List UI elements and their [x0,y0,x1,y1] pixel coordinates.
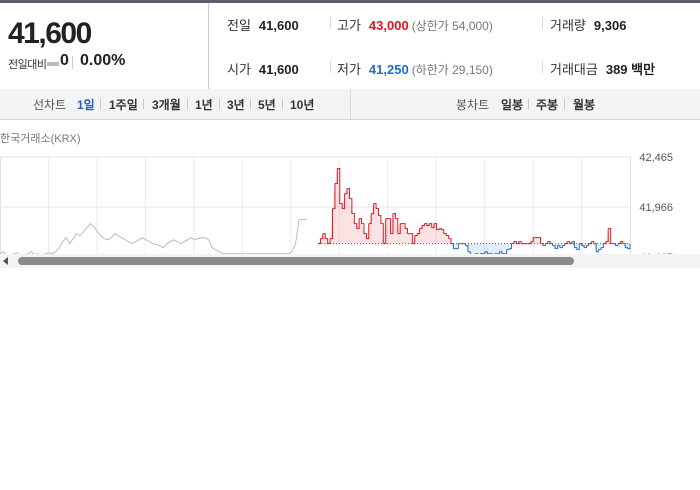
tab-3month[interactable]: 3개월 [152,96,181,113]
prev-close-value: 41,600 [258,18,299,33]
tab-1week[interactable]: 1주일 [109,96,138,113]
chart-series [0,168,631,255]
y-tick-label: 42,465 [639,152,673,164]
tab-divider [564,99,565,109]
series-today-segment [603,241,607,245]
quote-summary: 41,600 전일대비 0 0.00% 전일 41,600 시가 41,600 고가… [0,3,700,90]
y-tick-label: 41,966 [639,202,673,214]
intraday-chart: 42,46541,96641,467 [0,150,700,255]
chart-tab-bar: 선차트 1일 1주일 3개월 1년 3년 5년 10년 봉차트 일봉 주봉 월봉 [0,89,700,120]
change-rate: 0.00% [80,52,126,69]
tab-divider [282,99,283,109]
divider [542,17,543,29]
series-prev-day-line [0,219,306,255]
current-price: 41,600 [8,17,92,50]
tab-divider [100,99,101,109]
low-value: 41,250 [368,62,409,77]
tab-1day[interactable]: 1일 [77,96,95,113]
tab-divider [143,99,144,109]
divider [542,61,543,73]
series-today-segment [617,241,621,245]
tab-10year[interactable]: 10년 [290,96,314,113]
amount-value: 389 백만 [605,62,656,77]
series-today-segment [613,243,616,246]
high-value: 43,000 [368,18,409,33]
tab-monthly-candle[interactable]: 월봉 [573,96,595,113]
tab-group-divider [350,89,351,119]
tab-5year[interactable]: 5년 [258,96,276,113]
series-today-segment [564,241,568,245]
scroll-left-arrow-icon[interactable] [3,257,8,265]
data-source: 한국거래소(KRX) [0,133,81,145]
upper-limit: (상한가 54,000) [411,19,493,33]
tab-divider [250,99,251,109]
series-today-segment [422,223,425,227]
series-up-area [318,168,630,244]
high-label: 고가 [337,18,361,33]
candle-chart-title: 봉차트 [456,98,490,112]
high-price: 고가 43,000 (상한가 54,000) [337,15,493,34]
price-box: 41,600 전일대비 0 0.00% [0,3,209,89]
lower-limit: (하한가 29,150) [411,63,493,77]
chart-scrollbar[interactable] [0,254,700,268]
divider [330,61,331,73]
open-label: 시가 [227,62,251,77]
volume-value: 9,306 [593,18,627,33]
series-today-segment [588,241,592,245]
y-axis-ticks: 42,46541,96641,467 [639,152,673,255]
change-label: 전일대비 [8,59,47,71]
open-value: 41,600 [258,62,299,77]
series-today-segment [625,247,629,249]
volume: 거래량 9,306 [550,15,626,34]
change-divider [72,56,73,69]
volume-label: 거래량 [550,18,586,33]
amount-label: 거래대금 [550,62,598,77]
tab-1year[interactable]: 1년 [195,96,213,113]
prev-close: 전일 41,600 [227,15,299,34]
prev-close-label: 전일 [227,18,251,33]
chart-svg: 42,46541,96641,467 [0,152,673,255]
line-chart-title: 선차트 [33,98,67,112]
tab-divider [528,99,529,109]
low-price: 저가 41,250 (하한가 29,150) [337,59,493,78]
series-today-segment [540,243,544,246]
series-today-segment [463,243,467,246]
series-today-segment [545,241,549,245]
scrollbar-thumb[interactable] [18,257,574,265]
tab-divider [187,99,188,109]
tab-weekly-candle[interactable]: 주봉 [536,96,558,113]
tab-divider [219,99,220,109]
tab-3year[interactable]: 3년 [227,96,245,113]
divider [330,17,331,29]
open-price: 시가 41,600 [227,59,299,78]
low-label: 저가 [337,62,361,77]
flat-change-icon [47,62,59,66]
tab-daily-candle[interactable]: 일봉 [501,96,523,113]
change-value: 0 [60,52,69,69]
trade-amount: 거래대금 389 백만 [550,59,655,78]
